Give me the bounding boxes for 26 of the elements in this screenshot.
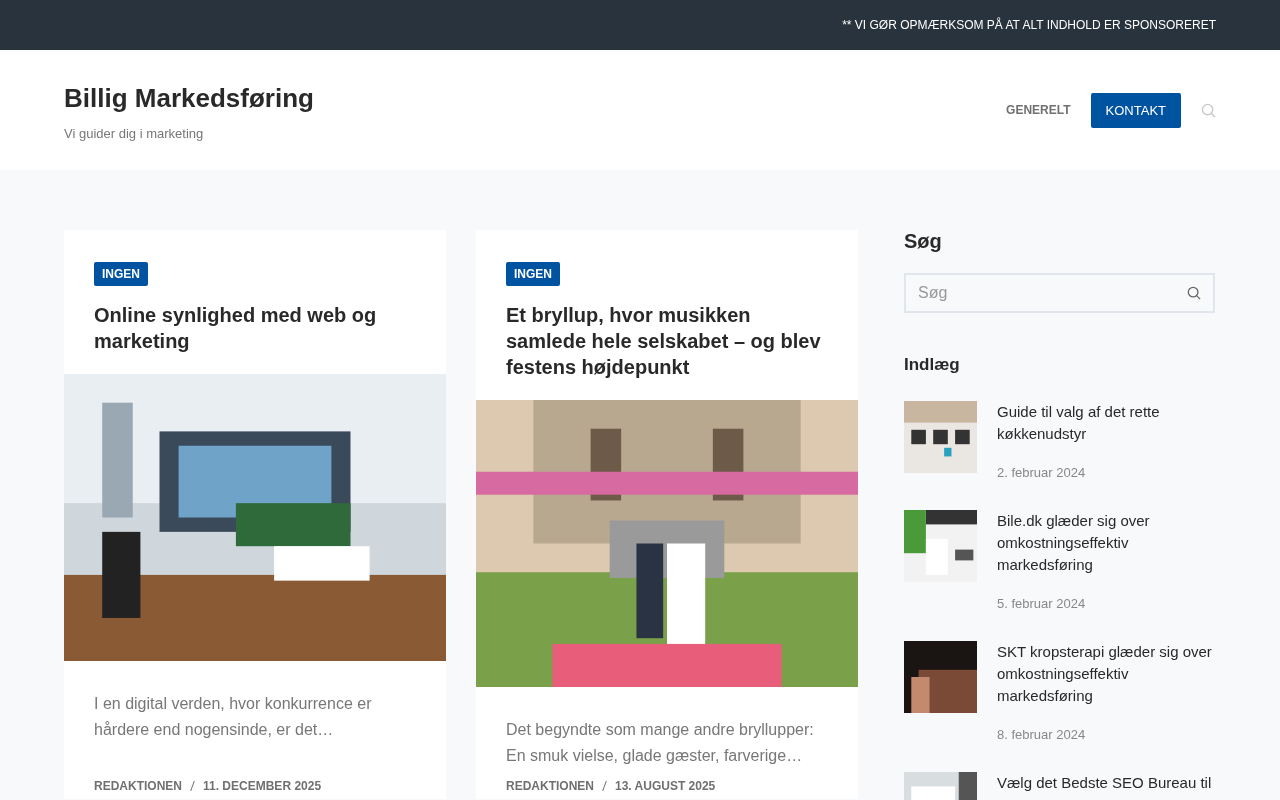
post-excerpt: Det begyndte som mange andre bryllupper: En smuk vielse, glade gæster, farverige… (506, 720, 815, 766)
category-tag[interactable]: INGEN (94, 262, 148, 286)
category-tag[interactable]: INGEN (506, 262, 560, 286)
nav-link[interactable]: KONTAKT (1090, 92, 1181, 128)
post-date: 13. AUGUST 2025 (615, 779, 716, 793)
post-link[interactable]: SKT kropsterapi glæder sig over omkostningseffektiv markedsføring (997, 641, 1215, 707)
post-date: 8. februar 2024 (997, 727, 1087, 742)
site-title[interactable]: Billig Markedsføring (64, 83, 314, 114)
post-date: 5. februar 2024 (997, 596, 1087, 611)
post-excerpt: I en digital verden, hvor konkurrence er hårdere end nogensinde, er det… (94, 694, 373, 740)
post-date: 11. DECEMBER 2025 (203, 779, 322, 793)
widget-heading: Indlæg (904, 355, 961, 375)
post-title[interactable]: Online synlighed med web og marketing (94, 302, 416, 354)
tagline: Vi guider dig i marketing (64, 126, 205, 141)
post-author[interactable]: REDAKTIONEN (94, 779, 182, 793)
post-author[interactable]: REDAKTIONEN (506, 779, 594, 793)
widget-heading: Søg (904, 230, 943, 253)
post-link[interactable]: Vælg det Bedste SEO Bureau til (997, 772, 1212, 794)
search-icon[interactable] (1187, 286, 1201, 300)
nav-link[interactable]: GENERELT (1006, 93, 1071, 127)
search-field[interactable]: Søg (904, 273, 1215, 313)
sponsored-notice: ** VI GØR OPMÆRKSOM PÅ AT ALT INDHOLD ER SPONSORERET (842, 18, 1216, 32)
post-date: 2. februar 2024 (997, 465, 1087, 480)
post-link[interactable]: Guide til valg af det rette køkkenudstyr (997, 401, 1215, 445)
post-title[interactable]: Et bryllup, hvor musikken samlede hele selskabet – og blev festens højdepunkt (506, 302, 828, 380)
post-link[interactable]: Bile.dk glæder sig over omkostningseffektiv markedsføring (997, 510, 1215, 576)
